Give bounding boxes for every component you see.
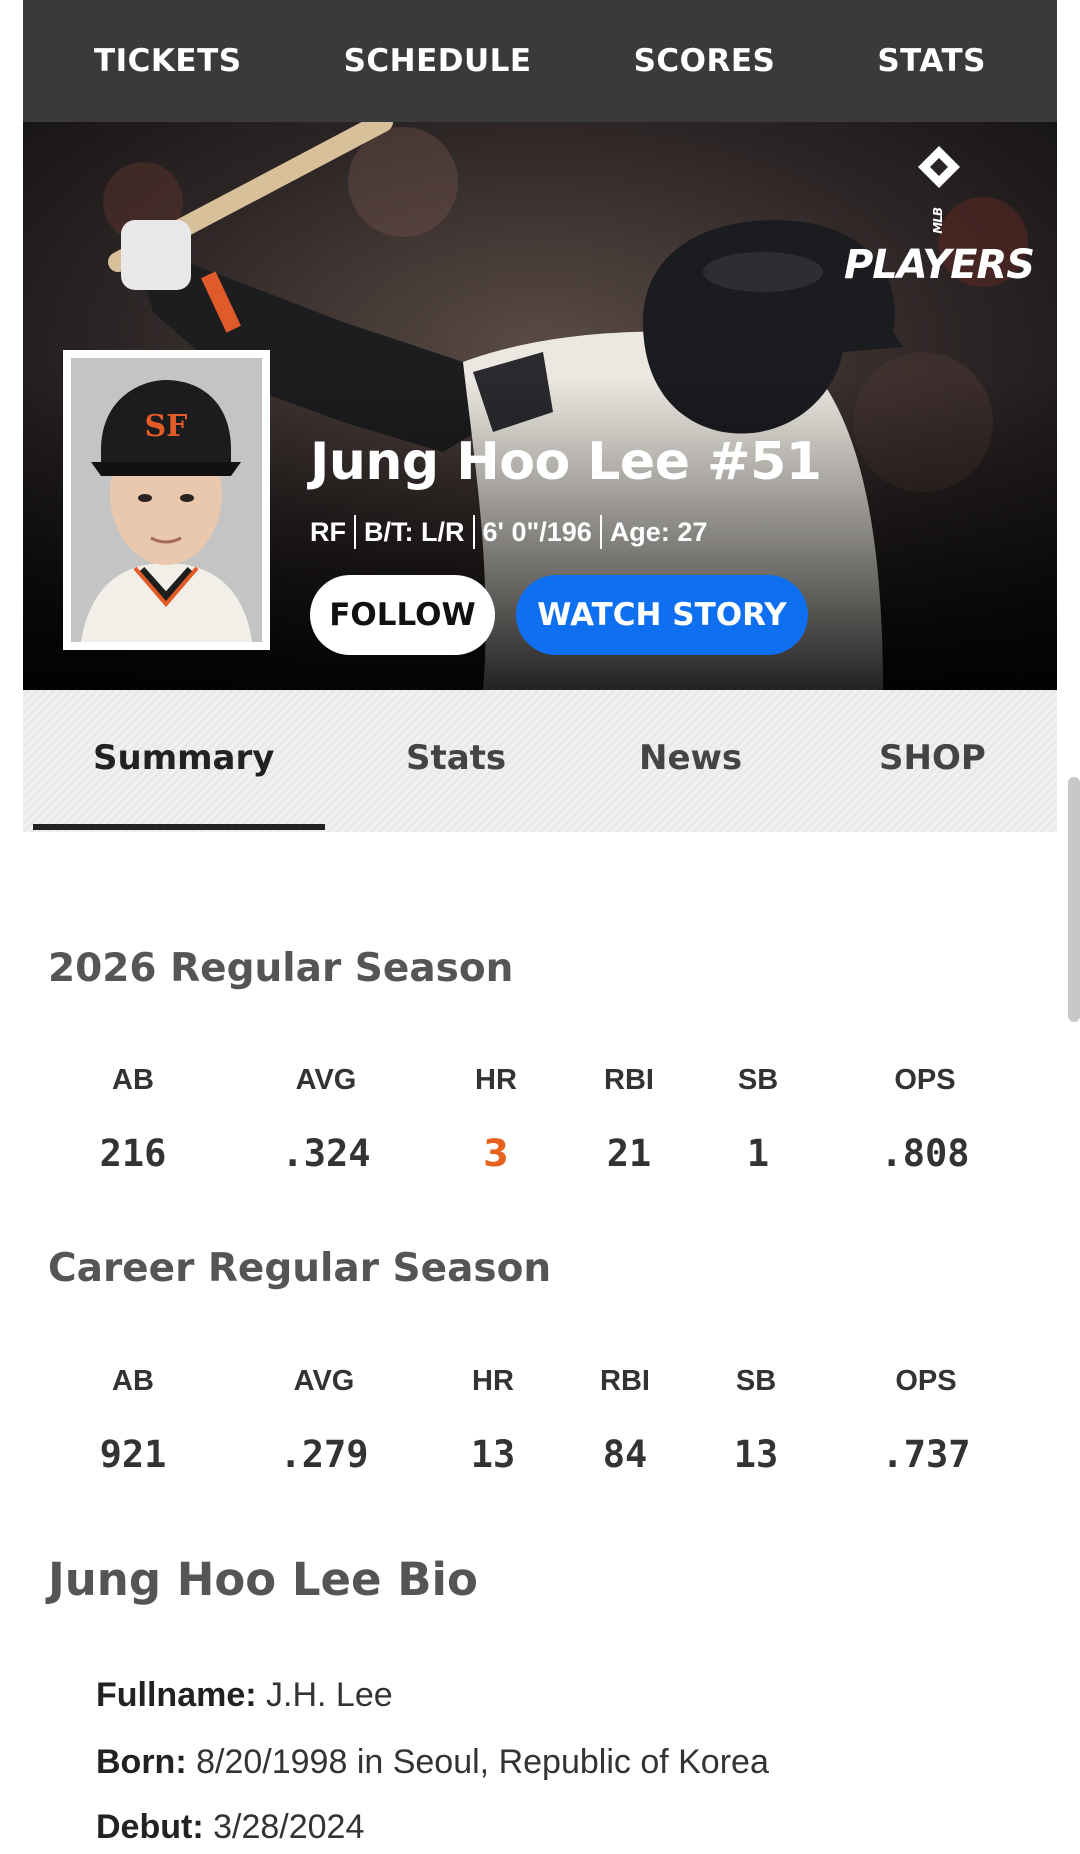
page: TICKETS SCHEDULE SCORES STATS MLBPLAYERS… [23,0,1057,832]
stat-header: SB [735,1365,777,1397]
watch-story-button[interactable]: WATCH STORY [516,575,808,655]
player-name: Jung Hoo Lee #51 [310,432,822,492]
stat-value: .737 [881,1433,971,1476]
logo-sub-text: MLB [931,208,945,234]
tab-news[interactable]: News [639,738,742,778]
tab-summary[interactable]: Summary [93,738,274,778]
top-nav: TICKETS SCHEDULE SCORES STATS [23,0,1057,122]
tab-stats[interactable]: Stats [406,738,506,778]
stat-value: 84 [602,1433,648,1476]
tab-shop[interactable]: SHOP [879,738,986,778]
stat-value: .279 [279,1433,369,1476]
stat-value: 13 [733,1433,779,1476]
headshot-portrait: SF [71,358,262,642]
stat-value: 921 [99,1433,167,1476]
stat-value-highlight[interactable]: 3 [483,1132,509,1175]
logo-text: PLAYERS [843,242,1035,288]
stat-header: HR [472,1365,514,1397]
bio-row-debut: Debut: 3/28/2024 [96,1808,364,1847]
svg-text:SF: SF [145,409,188,444]
player-headshot: SF [63,350,270,650]
stat-header: AB [112,1064,154,1096]
bio-value: 3/28/2024 [213,1808,365,1846]
nav-stats[interactable]: STATS [877,43,986,79]
bio-label: Fullname: [96,1676,257,1714]
stat-header: AB [112,1365,154,1397]
bio-row-fullname: Fullname: J.H. Lee [96,1676,393,1715]
nav-scores[interactable]: SCORES [634,43,776,79]
player-meta: RF B/T: L/R 6' 0"/196 Age: 27 [310,515,707,549]
player-hero: MLBPLAYERS SF Jung Hoo Lee #51 RF B/T: L… [23,122,1057,690]
player-bats-throws: B/T: L/R [364,516,465,547]
stat-header: RBI [600,1365,650,1397]
mlb-players-logo: MLB PLAYERS [839,144,1039,288]
stat-header: OPS [895,1365,957,1397]
stat-header: OPS [894,1064,956,1096]
player-height-weight: 6' 0"/196 [482,516,592,547]
meta-divider [472,515,475,549]
player-age: Age: 27 [609,516,708,547]
stat-value: 1 [746,1132,770,1175]
stat-value: .324 [281,1132,371,1175]
bio-value: J.H. Lee [266,1676,393,1714]
stat-value: 13 [470,1433,516,1476]
follow-button[interactable]: FOLLOW [310,575,495,655]
season-stats-title: 2026 Regular Season [48,946,514,991]
player-position: RF [310,516,346,547]
player-tabs: Summary Stats News SHOP [23,690,1057,832]
nav-tickets[interactable]: TICKETS [94,43,242,79]
bio-value: 8/20/1998 in Seoul, Republic of Korea [196,1743,769,1781]
stat-header: SB [737,1064,779,1096]
meta-divider [599,515,602,549]
diamond-icon [916,144,962,190]
meta-divider [354,515,356,549]
bio-label: Debut: [96,1808,204,1846]
stat-header: RBI [604,1064,654,1096]
nav-schedule[interactable]: SCHEDULE [344,43,532,79]
stat-header: AVG [293,1365,355,1397]
stat-header: AVG [295,1064,357,1096]
scrollbar[interactable] [1068,777,1080,1022]
stat-value: 216 [99,1132,167,1175]
stat-value: .808 [880,1132,970,1175]
stat-value: 21 [606,1132,652,1175]
bio-title: Jung Hoo Lee Bio [48,1553,478,1606]
stat-header: HR [475,1064,517,1096]
bio-label: Born: [96,1743,187,1781]
bio-row-born: Born: 8/20/1998 in Seoul, Republic of Ko… [96,1743,769,1782]
career-stats-title: Career Regular Season [48,1246,552,1291]
active-tab-indicator [33,824,325,830]
